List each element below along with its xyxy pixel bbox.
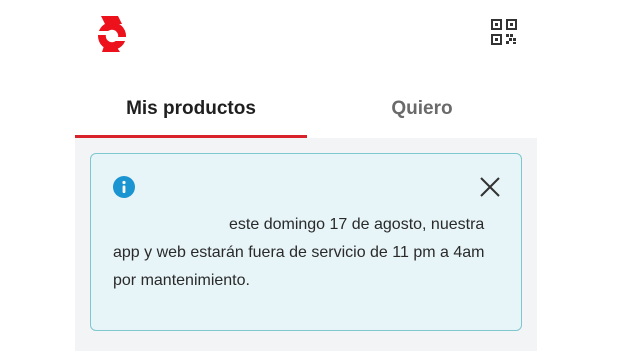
product-tabs: Mis productos Quiero <box>75 78 537 140</box>
scotiabank-logo <box>94 14 130 54</box>
notice-message: este domingo 17 de agosto, nuestra app y… <box>113 211 509 295</box>
tab-label: Quiero <box>391 98 453 119</box>
info-icon <box>113 176 135 198</box>
qr-code-icon[interactable] <box>491 19 517 45</box>
tab-quiero[interactable]: Quiero <box>307 78 537 140</box>
tab-mis-productos[interactable]: Mis productos <box>75 78 307 140</box>
maintenance-notice: este domingo 17 de agosto, nuestra app y… <box>90 153 522 331</box>
app-screen: Mis productos Quiero este domingo 17 de … <box>0 0 640 351</box>
tab-label: Mis productos <box>126 98 256 119</box>
close-icon[interactable] <box>479 176 501 198</box>
notice-message-text: este domingo 17 de agosto, nuestra app y… <box>113 216 485 289</box>
